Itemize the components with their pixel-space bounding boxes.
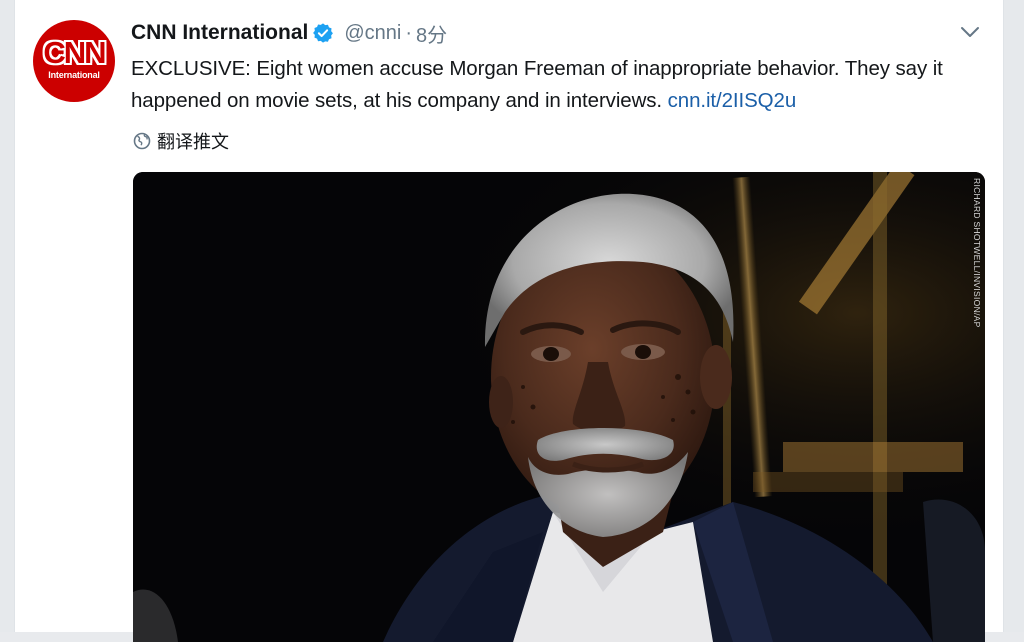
header-separator: · <box>405 21 413 44</box>
tweet-header: CNN International @cnni · 8分 <box>131 18 447 48</box>
verified-badge-icon <box>312 22 334 44</box>
avatar-sub-label: International <box>48 70 100 80</box>
tweet-timestamp[interactable]: 8分 <box>416 19 447 48</box>
tweet-link[interactable]: cnn.it/2IISQ2u <box>668 89 797 112</box>
tweet-card[interactable]: CNN International CNN International @cnn… <box>14 0 1004 642</box>
portrait-photo <box>133 172 985 642</box>
avatar-logo: CNN <box>43 35 106 70</box>
tweet-text: EXCLUSIVE: Eight women accuse Morgan Fre… <box>131 53 991 117</box>
tweet-media-photo[interactable]: RICHARD SHOTWELL/INVISION/AP <box>133 172 985 642</box>
page-background: CNN International CNN International @cnn… <box>0 0 1024 642</box>
tweet-text-body: EXCLUSIVE: Eight women accuse Morgan Fre… <box>131 57 943 112</box>
avatar[interactable]: CNN International <box>33 20 115 102</box>
translate-label: 翻译推文 <box>157 132 229 152</box>
translate-tweet-button[interactable]: 翻译推文 <box>133 128 229 154</box>
globe-icon <box>133 132 151 150</box>
photo-credit: RICHARD SHOTWELL/INVISION/AP <box>972 178 982 328</box>
author-handle[interactable]: @cnni <box>344 22 401 45</box>
chevron-down-icon[interactable] <box>959 24 981 40</box>
author-display-name[interactable]: CNN International <box>131 21 308 45</box>
